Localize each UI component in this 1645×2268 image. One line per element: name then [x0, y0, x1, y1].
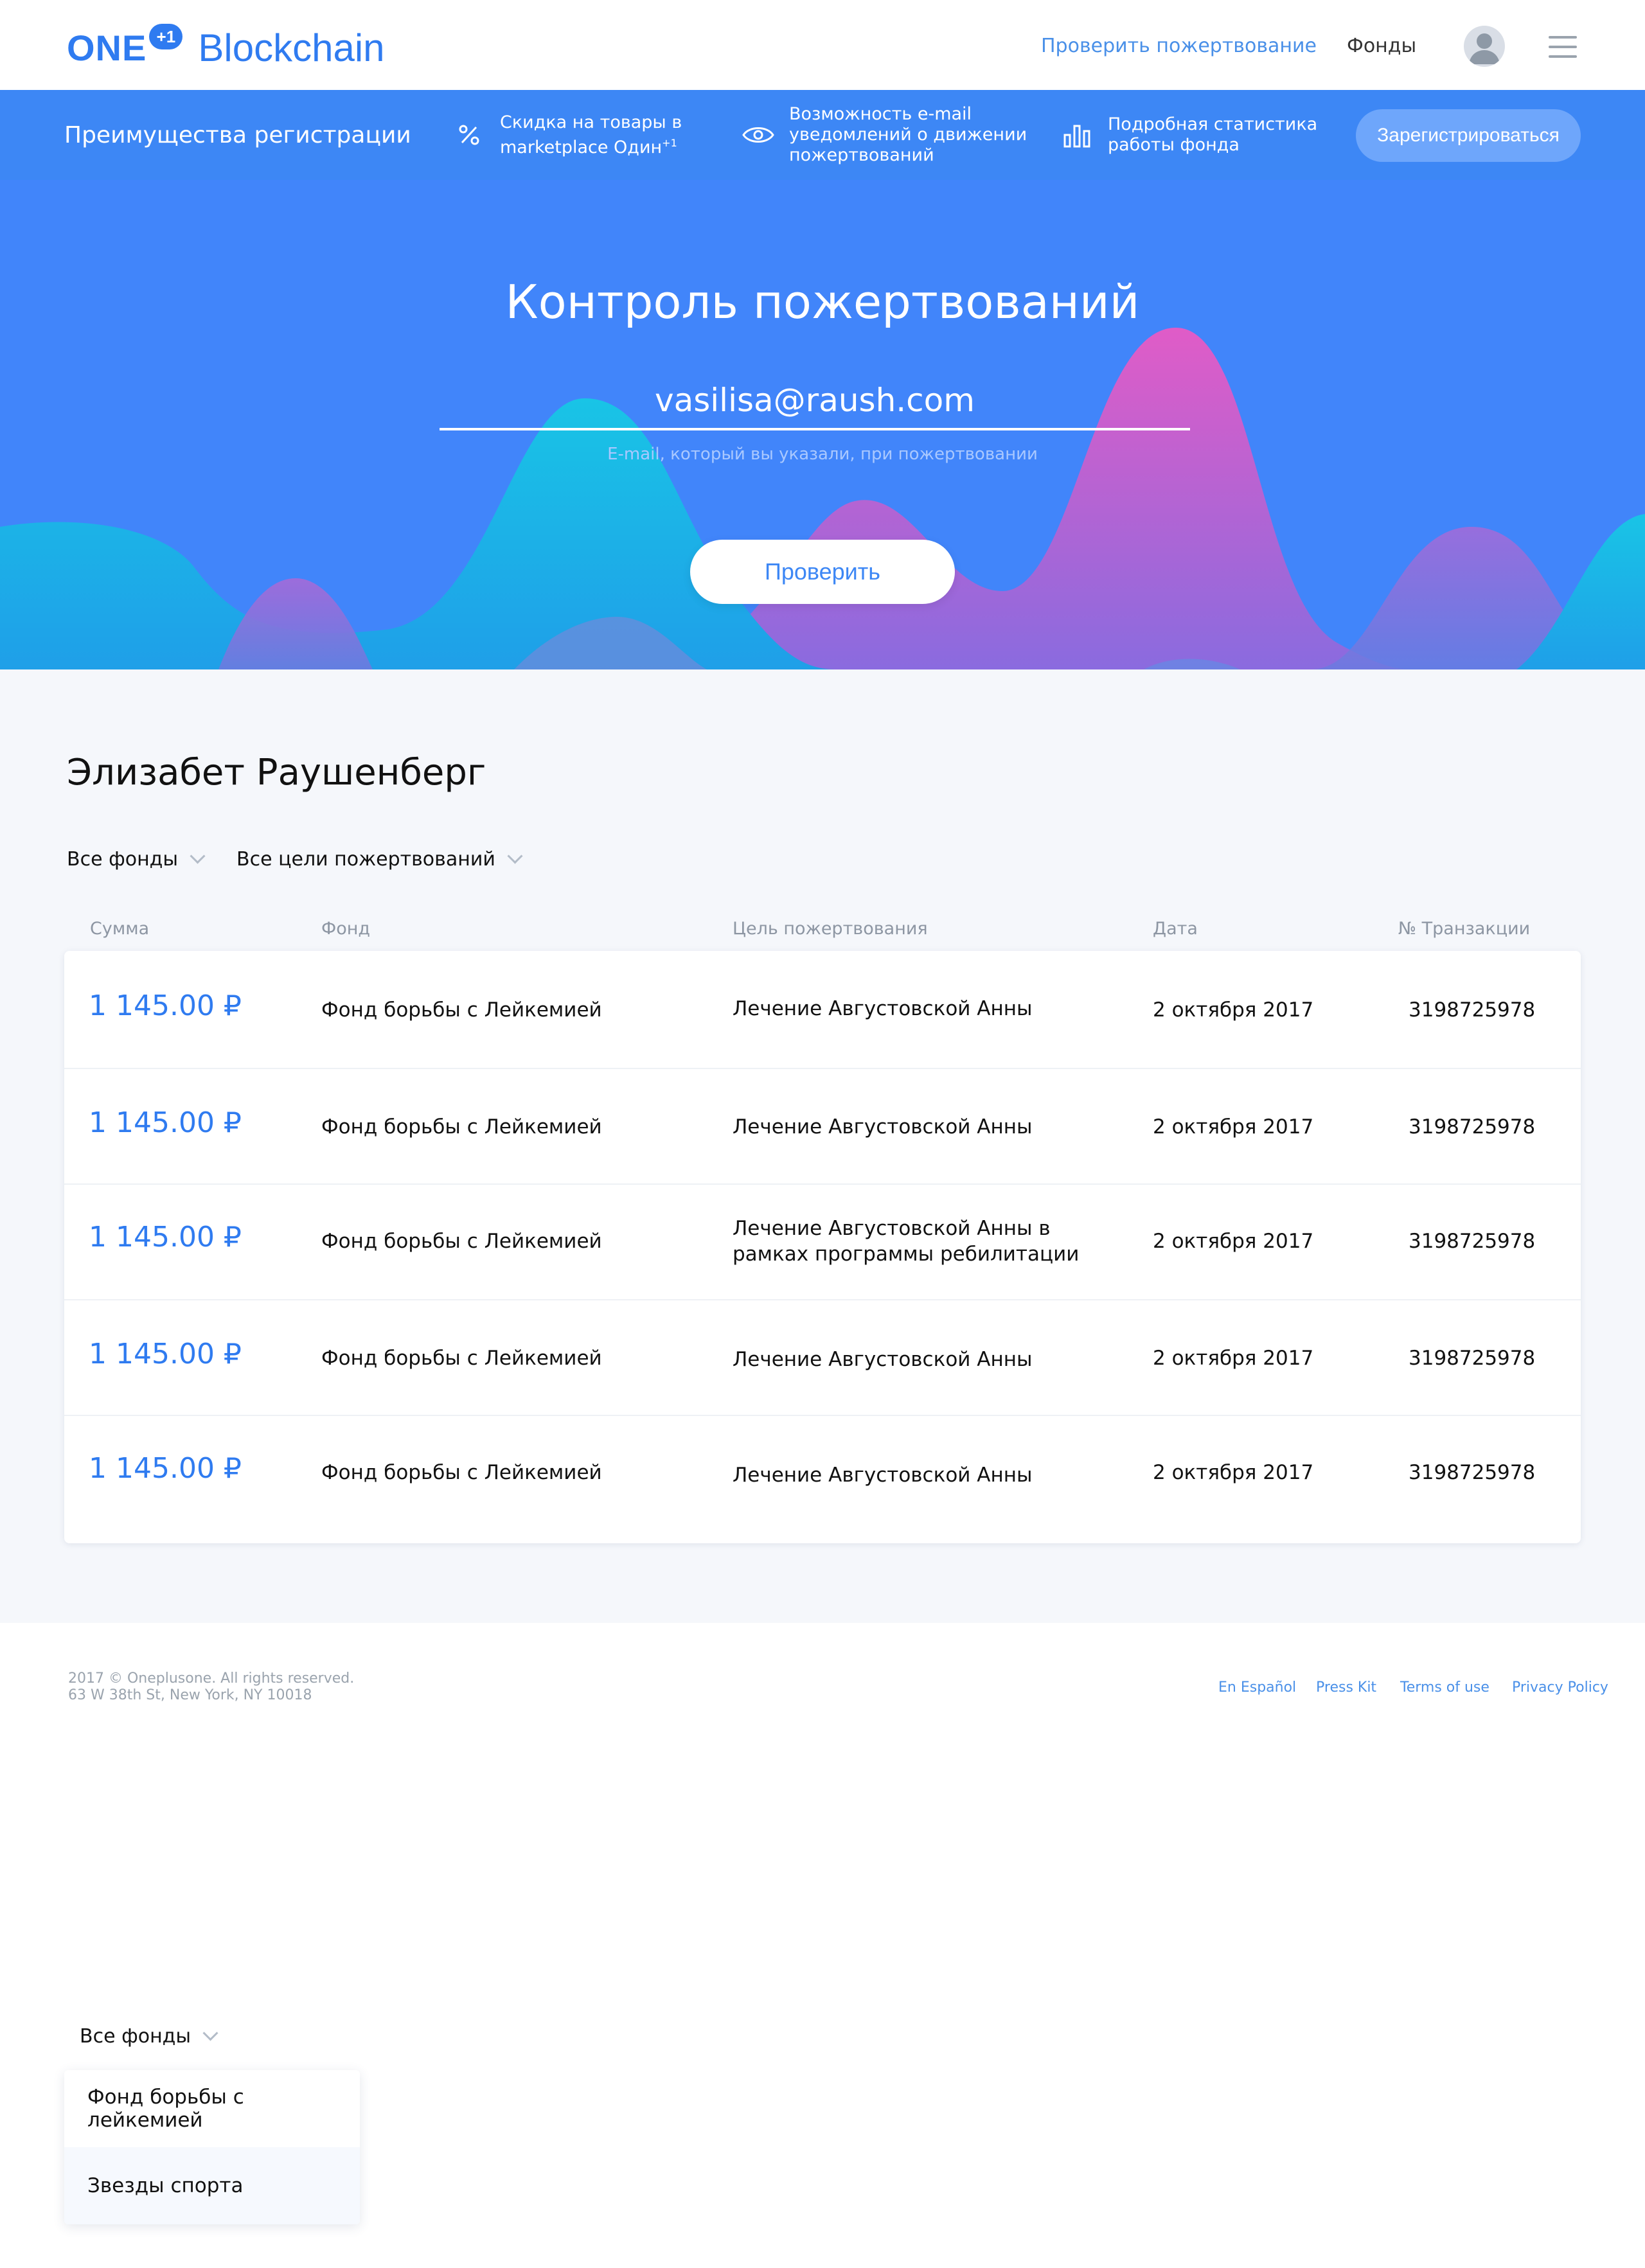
logo-plus-badge: +1	[149, 24, 183, 49]
benefit-statistics: Подробная статистика работы фонда	[1058, 90, 1317, 180]
benefits-bar: Преимущества регистрации Скидка на товар…	[0, 90, 1645, 180]
logo[interactable]: ONE +1 Blockchain	[67, 22, 385, 73]
chevron-down-icon	[507, 848, 523, 864]
check-button[interactable]: Проверить	[690, 540, 955, 604]
top-header: ONE +1 Blockchain Проверить пожертвовани…	[0, 0, 1645, 90]
address-text: 63 W 38th St, New York, NY 10018	[68, 1687, 312, 1703]
row-amount: 1 145.00 ₽	[89, 1452, 242, 1485]
row-fund: Фонд борьбы с Лейкемией	[321, 1115, 602, 1138]
benefit-notif-line2: уведомлений о движении	[789, 125, 1027, 145]
bar-chart-icon	[1058, 116, 1096, 154]
benefits-title: Преимущества регистрации	[64, 122, 411, 148]
row-amount: 1 145.00 ₽	[89, 1106, 242, 1139]
logo-one: ONE	[67, 27, 147, 68]
copyright-text: 2017 © Oneplusone. All rights reserved.	[68, 1670, 355, 1687]
percent-icon	[450, 116, 488, 154]
row-purpose: Лечение Августовской Анны	[733, 1115, 1033, 1138]
hero-section: Контроль пожертвований E-mail, который в…	[0, 180, 1645, 669]
row-transaction: 3198725978	[1409, 1461, 1536, 1484]
chevron-down-icon	[202, 2025, 218, 2041]
donor-name: Элизабет Раушенберг	[67, 752, 486, 793]
benefit-notifications: Возможность e-mail уведомлений о движени…	[739, 90, 1027, 180]
row-purpose: Лечение Августовской Анны	[733, 997, 1033, 1020]
hero-title: Контроль пожертвований	[505, 275, 1140, 329]
footer-link-privacy[interactable]: Privacy Policy	[1512, 1679, 1608, 1696]
column-header-fund[interactable]: Фонд	[321, 919, 370, 939]
row-purpose: Лечение Августовской Анны в рамках прогр…	[733, 1216, 1079, 1267]
table-row[interactable]: 1 145.00 ₽ Фонд борьбы с Лейкемией Лечен…	[64, 1068, 1581, 1185]
register-button[interactable]: Зарегистрироваться	[1356, 109, 1581, 162]
donations-section: Элизабет Раушенберг Все фонды Все цели п…	[0, 669, 1645, 1623]
dropdown-funds-menu: Фонд борьбы с лейкемией Звезды спорта	[64, 2070, 360, 2224]
column-header-purpose[interactable]: Цель пожертвования	[733, 919, 928, 939]
row-transaction: 3198725978	[1409, 1230, 1536, 1253]
row-date: 2 октября 2017	[1153, 998, 1314, 1022]
dropdown-option-leukemia[interactable]: Фонд борьбы с лейкемией	[64, 2070, 360, 2147]
footer-link-terms[interactable]: Terms of use	[1400, 1679, 1489, 1696]
benefit-discount-line1: Скидка на товары в	[500, 112, 682, 132]
benefit-discount-line2: marketplace Один	[500, 137, 662, 157]
benefit-stats-line2: работы фонда	[1108, 135, 1240, 155]
email-hint: E-mail, который вы указали, при пожертво…	[607, 445, 1038, 464]
table-row[interactable]: 1 145.00 ₽ Фонд борьбы с Лейкемией Лечен…	[64, 1415, 1581, 1543]
footer-copyright: 2017 © Oneplusone. All rights reserved. …	[68, 1670, 354, 1704]
row-purpose-line2: рамках программы ребилитации	[733, 1243, 1080, 1266]
dropdown-option-sport-stars[interactable]: Звезды спорта	[64, 2147, 360, 2224]
row-date: 2 октября 2017	[1153, 1230, 1314, 1253]
row-fund: Фонд борьбы с Лейкемией	[321, 1461, 602, 1484]
chevron-down-icon	[190, 848, 206, 864]
row-date: 2 октября 2017	[1153, 1347, 1314, 1370]
footer-link-espanol[interactable]: En Español	[1218, 1679, 1296, 1696]
row-amount: 1 145.00 ₽	[89, 1338, 242, 1370]
row-date: 2 октября 2017	[1153, 1461, 1314, 1484]
filter-funds-label: Все фонды	[67, 848, 179, 871]
row-fund: Фонд борьбы с Лейкемией	[321, 1230, 602, 1253]
dropdown-funds-label: Все фонды	[80, 2025, 191, 2048]
table-row[interactable]: 1 145.00 ₽ Фонд борьбы с Лейкемией Лечен…	[64, 951, 1581, 1069]
column-header-transaction[interactable]: № Транзакции	[1398, 919, 1530, 939]
row-transaction: 3198725978	[1409, 1347, 1536, 1370]
benefit-discount: Скидка на товары в marketplace Один+1	[450, 90, 682, 180]
eye-icon	[739, 116, 778, 154]
logo-text: Blockchain	[198, 26, 385, 69]
nav-funds[interactable]: Фонды	[1347, 35, 1416, 57]
nav-check-donation[interactable]: Проверить пожертвование	[1041, 35, 1317, 57]
benefit-stats-line1: Подробная статистика	[1108, 114, 1318, 134]
row-fund: Фонд борьбы с Лейкемией	[321, 998, 602, 1022]
row-purpose: Лечение Августовской Анны	[733, 1464, 1033, 1487]
table-row[interactable]: 1 145.00 ₽ Фонд борьбы с Лейкемией Лечен…	[64, 1299, 1581, 1416]
footer-link-press-kit[interactable]: Press Kit	[1316, 1679, 1376, 1696]
column-header-date[interactable]: Дата	[1153, 919, 1198, 939]
dropdown-funds-toggle[interactable]: Все фонды	[80, 2025, 218, 2048]
donations-table: 1 145.00 ₽ Фонд борьбы с Лейкемией Лечен…	[64, 951, 1581, 1543]
column-header-amount[interactable]: Сумма	[90, 919, 149, 939]
email-field-wrap	[440, 373, 1190, 432]
row-purpose: Лечение Августовской Анны	[733, 1348, 1033, 1371]
row-amount: 1 145.00 ₽	[89, 1221, 242, 1254]
row-amount: 1 145.00 ₽	[89, 989, 242, 1022]
row-purpose-line1: Лечение Августовской Анны в	[733, 1217, 1051, 1240]
benefit-notif-line1: Возможность e-mail	[789, 104, 972, 124]
benefit-notif-line3: пожертвований	[789, 145, 934, 165]
user-avatar-icon[interactable]	[1464, 26, 1505, 67]
row-transaction: 3198725978	[1409, 1115, 1536, 1138]
row-date: 2 октября 2017	[1153, 1115, 1314, 1138]
row-transaction: 3198725978	[1409, 998, 1536, 1022]
benefit-discount-sup: +1	[662, 136, 677, 149]
hamburger-menu-icon[interactable]	[1549, 36, 1577, 58]
filter-funds[interactable]: Все фонды	[67, 848, 206, 871]
table-row[interactable]: 1 145.00 ₽ Фонд борьбы с Лейкемией Лечен…	[64, 1183, 1581, 1300]
row-fund: Фонд борьбы с Лейкемией	[321, 1347, 602, 1370]
filter-purposes[interactable]: Все цели пожертвований	[236, 848, 523, 871]
filter-purposes-label: Все цели пожертвований	[236, 848, 495, 871]
email-input[interactable]	[440, 373, 1190, 430]
